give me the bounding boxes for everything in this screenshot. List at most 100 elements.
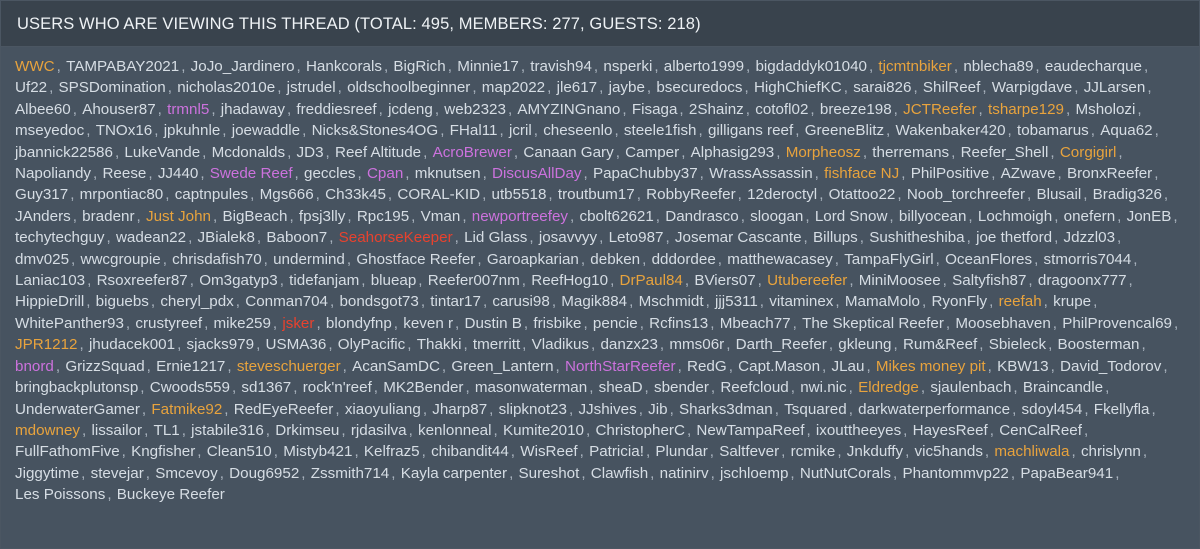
user-link[interactable]: Jnkduffy [847, 443, 903, 460]
user-link[interactable]: LukeVande [124, 144, 200, 161]
user-link[interactable]: Morpheosz [786, 144, 861, 161]
user-link[interactable]: wwcgroupie [81, 251, 161, 268]
user-link[interactable]: Eldredge [858, 379, 919, 396]
user-link[interactable]: danzx23 [600, 336, 657, 353]
user-link[interactable]: eaudecharque [1045, 58, 1142, 75]
user-link[interactable]: Om3gatyp3 [199, 272, 278, 289]
user-link[interactable]: cbolt62621 [579, 208, 653, 225]
user-link[interactable]: Rum&Reef [903, 336, 977, 353]
user-link[interactable]: krupe [1053, 293, 1091, 310]
user-link[interactable]: cheseenlo [543, 122, 612, 139]
user-link[interactable]: dddordee [652, 251, 716, 268]
user-link[interactable]: Cwoods559 [150, 379, 230, 396]
user-link[interactable]: stmorris7044 [1044, 251, 1132, 268]
user-link[interactable]: bondsgot73 [339, 293, 418, 310]
user-link[interactable]: Otattoo22 [829, 186, 896, 203]
user-link[interactable]: BViers07 [694, 272, 755, 289]
user-link[interactable]: tobamarus [1017, 122, 1089, 139]
user-link[interactable]: Green_Lantern [451, 358, 553, 375]
user-link[interactable]: Aqua62 [1100, 122, 1152, 139]
user-link[interactable]: JD3 [297, 144, 324, 161]
user-link[interactable]: blondyfnp [326, 315, 392, 332]
user-link[interactable]: PhilProvencal69 [1062, 315, 1172, 332]
user-link[interactable]: Cpan [367, 165, 403, 182]
user-link[interactable]: Doug6952 [229, 465, 299, 482]
user-link[interactable]: freddiesreef [296, 101, 376, 118]
user-link[interactable]: troutbum17 [558, 186, 635, 203]
user-link[interactable]: lissailor [91, 422, 142, 439]
user-link[interactable]: DiscusAllDay [492, 165, 581, 182]
user-link[interactable]: Guy317 [15, 186, 68, 203]
user-link[interactable]: Garoapkarian [487, 251, 579, 268]
user-link[interactable]: AZwave [1001, 165, 1056, 182]
user-link[interactable]: JBialek8 [198, 229, 255, 246]
user-link[interactable]: Rsoxreefer87 [97, 272, 188, 289]
user-link[interactable]: Mgs666 [260, 186, 314, 203]
user-link[interactable]: Clawfish [591, 465, 648, 482]
user-link[interactable]: JJshives [578, 401, 636, 418]
user-link[interactable]: GreeneBlitz [805, 122, 884, 139]
user-link[interactable]: nblecha89 [963, 58, 1033, 75]
user-link[interactable]: jaybe [609, 79, 645, 96]
user-link[interactable]: sloogan [750, 208, 803, 225]
user-link[interactable]: Kumite2010 [503, 422, 584, 439]
user-link[interactable]: Kayla carpenter [401, 465, 507, 482]
user-link[interactable]: kenlonneal [418, 422, 491, 439]
user-link[interactable]: jhadaway [221, 101, 285, 118]
user-link[interactable]: ixouttheeyes [816, 422, 901, 439]
user-link[interactable]: sjaulenbach [930, 379, 1011, 396]
user-link[interactable]: AcroBrewer [433, 144, 512, 161]
user-link[interactable]: jpkuhnle [164, 122, 221, 139]
user-link[interactable]: rcmike [791, 443, 836, 460]
user-link[interactable]: CORAL-KID [397, 186, 480, 203]
user-link[interactable]: BronxReefer [1067, 165, 1152, 182]
user-link[interactable]: sbender [654, 379, 709, 396]
user-link[interactable]: Nicks&Stones4OG [312, 122, 439, 139]
user-link[interactable]: mms06r [669, 336, 724, 353]
user-link[interactable]: RedG [687, 358, 727, 375]
user-link[interactable]: bigdaddyk01040 [755, 58, 866, 75]
user-link[interactable]: AcanSamDC [352, 358, 440, 375]
user-link[interactable]: Laniac103 [15, 272, 85, 289]
user-link[interactable]: Lord Snow [815, 208, 888, 225]
user-link[interactable]: NorthStarReefer [565, 358, 676, 375]
user-link[interactable]: USMA36 [266, 336, 327, 353]
user-link[interactable]: nsperki [603, 58, 652, 75]
user-link[interactable]: sarai826 [853, 79, 911, 96]
user-link[interactable]: OlyPacific [338, 336, 406, 353]
user-link[interactable]: Rpc195 [357, 208, 409, 225]
user-link[interactable]: map2022 [482, 79, 545, 96]
user-link[interactable]: mike259 [214, 315, 271, 332]
user-link[interactable]: tmerritt [473, 336, 520, 353]
user-link[interactable]: Fatmike92 [151, 401, 222, 418]
user-link[interactable]: JCTReefer [903, 101, 976, 118]
user-link[interactable]: gkleung [838, 336, 891, 353]
user-link[interactable]: Ghostface Reefer [356, 251, 475, 268]
user-link[interactable]: travish94 [530, 58, 592, 75]
user-link[interactable]: tsharpe129 [988, 101, 1064, 118]
user-link[interactable]: Moosebhaven [955, 315, 1050, 332]
user-link[interactable]: geccles [304, 165, 356, 182]
user-link[interactable]: DrPaul84 [620, 272, 683, 289]
user-link[interactable]: Ch33k45 [325, 186, 386, 203]
user-link[interactable]: Jiggytime [15, 465, 79, 482]
user-link[interactable]: Rcfins13 [649, 315, 708, 332]
user-link[interactable]: jhudacek001 [89, 336, 175, 353]
user-link[interactable]: Saltyfish87 [952, 272, 1026, 289]
user-link[interactable]: SPSDomination [59, 79, 166, 96]
user-link[interactable]: Darth_Reefer [736, 336, 827, 353]
user-link[interactable]: Reefer_Shell [961, 144, 1049, 161]
user-link[interactable]: trmnl5 [167, 101, 209, 118]
user-link[interactable]: PhilPositive [911, 165, 990, 182]
user-link[interactable]: HighChiefKC [754, 79, 842, 96]
user-link[interactable]: nwi.nic [800, 379, 846, 396]
user-link[interactable]: HayesReef [913, 422, 988, 439]
user-link[interactable]: nicholas2010e [177, 79, 275, 96]
user-link[interactable]: WisReef [520, 443, 577, 460]
user-link[interactable]: onefern [1064, 208, 1116, 225]
user-link[interactable]: WhitePanther93 [15, 315, 124, 332]
user-link[interactable]: PapaBear941 [1020, 465, 1113, 482]
user-link[interactable]: Bradig326 [1093, 186, 1162, 203]
user-link[interactable]: ChristopherC [595, 422, 684, 439]
user-link[interactable]: Jib [648, 401, 667, 418]
